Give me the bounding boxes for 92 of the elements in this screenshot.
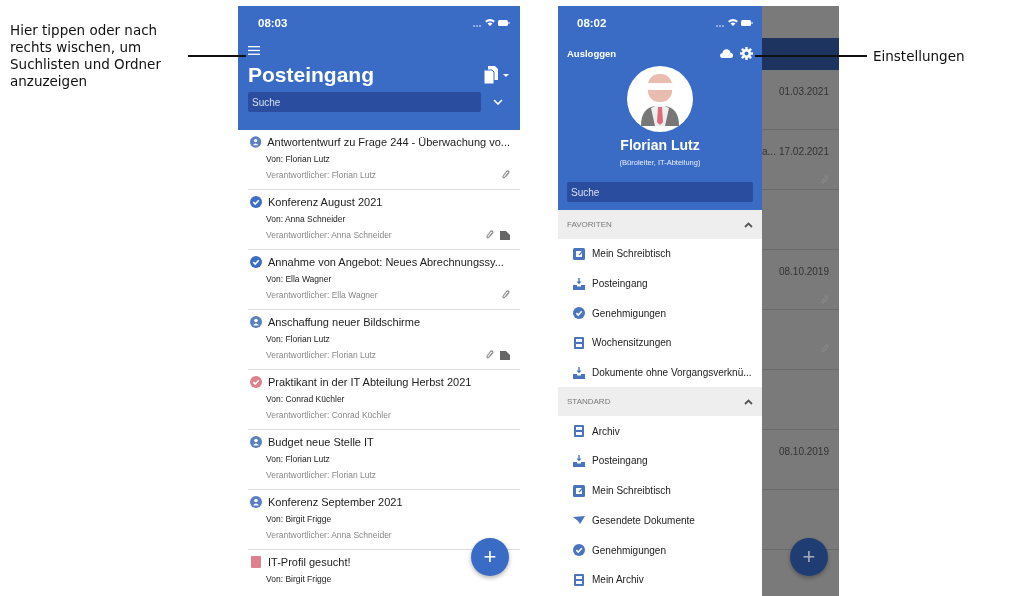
nav-item[interactable]: Archiv — [558, 416, 762, 447]
message-title: Praktikant in der IT Abteilung Herbst 2021 — [268, 376, 472, 388]
nav-label: Posteingang — [592, 278, 648, 290]
message-item[interactable]: Budget neue Stelle IT Von: Florian Lutz Verantwortlicher: Florian Lutz — [248, 430, 520, 490]
section-title: STANDARD — [567, 397, 611, 407]
nav-label: Mein Schreibtisch — [592, 248, 671, 260]
user-name: Florian Lutz — [620, 137, 700, 153]
message-title: Annahme von Angebot: Neues Abrechnungssy... — [268, 256, 504, 268]
nav-label: Dokumente ohne Vorgangsverknü... — [592, 367, 752, 379]
add-button[interactable]: + — [471, 538, 509, 576]
nav-label: Genehmigungen — [592, 307, 666, 319]
responsible-text: Verantwortlicher: Florian Lutz — [266, 470, 377, 480]
date-text: 17.02.2021 — [778, 146, 829, 157]
cabinet-icon — [574, 425, 584, 438]
message-title: Konferenz August 2021 — [268, 196, 383, 208]
cabinet-icon — [574, 336, 584, 349]
message-item[interactable]: Antwortentwurf zu Frage 244 - Überwachung vo... Von: Florian Lutz Verantwortlicher: Florian Lutz — [248, 130, 520, 190]
section-title: FAVORITEN — [567, 220, 612, 229]
nav-item[interactable]: Dokumente ohne Vorgangsverknü... — [558, 357, 762, 388]
message-item[interactable]: Annahme von Angebot: Neues Abrechnungssy... Von: Ella Wagner Verantwortlicher: Ella Wagner — [248, 250, 520, 310]
nav-item[interactable]: Mein Schreibtisch — [558, 239, 762, 269]
paper-plane-icon — [573, 516, 585, 525]
status-icons — [715, 18, 753, 28]
date-text: 01.03.2021 — [778, 86, 829, 97]
nav-item[interactable]: Posteingang — [558, 446, 762, 476]
sender-text: Von: Ella Wagner — [266, 274, 333, 284]
desk-icon — [573, 247, 585, 260]
inbox-icon — [573, 366, 585, 379]
section-header[interactable]: STANDARD — [558, 387, 762, 417]
sender-text: Von: Florian Lutz — [266, 154, 331, 164]
responsible-text: Verantwortlicher: Anna Schneider — [266, 230, 392, 240]
nav-item[interactable]: Posteingang — [558, 268, 762, 299]
sender-text: Von: Florian Lutz — [266, 454, 331, 464]
responsible-text: Verantwortlicher: Florian Lutz — [266, 170, 377, 180]
search-field[interactable]: Suche — [248, 92, 481, 112]
inbox-icon — [573, 277, 585, 290]
logout-link[interactable]: Ausloggen — [567, 48, 617, 59]
responsible-text: Verantwortlicher: Anna Schneider — [266, 530, 392, 540]
message-title: Anschaffung neuer Bildschirme — [268, 316, 421, 328]
search-field[interactable]: Suche — [567, 182, 753, 202]
nav-item[interactable]: Wochensitzungen — [558, 328, 762, 358]
sender-text: Von: Anna Schneider — [266, 214, 347, 224]
nav-item[interactable]: Mein Schreibtisch — [558, 475, 762, 506]
message-item[interactable]: Praktikant in der IT Abteilung Herbst 2021 Von: Conrad Küchler Verantwortlicher: Conrad Küchler — [248, 370, 520, 430]
sender-text: Von: Birgit Frigge — [266, 514, 333, 524]
cabinet-icon — [574, 573, 584, 586]
sender-text: Von: Conrad Küchler — [266, 394, 346, 404]
chevron-icon[interactable] — [744, 398, 753, 405]
desk-icon — [573, 484, 585, 497]
message-title: Konferenz September 2021 — [268, 496, 403, 508]
responsible-text: Verantwortlicher: Ella Wagner — [266, 290, 378, 300]
leader-line — [188, 55, 246, 57]
nav-label: Posteingang — [592, 455, 648, 467]
sender-text: Von: Florian Lutz — [266, 334, 331, 344]
nav-label: Mein Archiv — [592, 574, 644, 586]
cloud-icon[interactable] — [720, 49, 733, 58]
documents-dropdown-button[interactable] — [484, 66, 510, 84]
title-fragment: a... — [762, 146, 776, 157]
message-title: Budget neue Stelle IT — [268, 436, 374, 448]
chevron-icon[interactable] — [744, 221, 753, 228]
check-icon — [573, 544, 585, 557]
nav-label: Mein Schreibtisch — [592, 485, 671, 497]
nav-item[interactable]: Genehmigungen — [558, 535, 762, 565]
nav-label: Genehmigungen — [592, 544, 666, 556]
date-text: 08.10.2019 — [778, 446, 829, 457]
status-time: 08:02 — [577, 17, 607, 29]
section-header[interactable]: FAVORITEN — [558, 210, 762, 239]
status-time: 08:03 — [258, 17, 288, 29]
message-title: IT-Profil gesucht! — [268, 556, 351, 568]
nav-item[interactable]: Gesendete Dokumente — [558, 505, 762, 536]
check-icon — [573, 307, 585, 320]
nav-item[interactable]: Mein Archiv — [558, 564, 762, 595]
nav-label: Wochensitzungen — [592, 337, 672, 349]
chevron-down-icon[interactable] — [493, 99, 503, 105]
nav-label: Archiv — [592, 425, 620, 437]
annotation-text: Einstellungen — [873, 48, 965, 64]
status-icons — [472, 18, 510, 28]
message-title: Antwortentwurf zu Frage 244 - Überwachung vo... — [267, 136, 510, 148]
message-item[interactable]: Konferenz August 2021 Von: Anna Schneider Verantwortlicher: Anna Schneider — [248, 190, 520, 250]
responsible-text: Verantwortlicher: Florian Lutz — [266, 350, 377, 360]
nav-label: Gesendete Dokumente — [592, 514, 695, 526]
nav-item[interactable]: Genehmigungen — [558, 298, 762, 329]
inbox-icon — [573, 454, 585, 467]
settings-icon[interactable] — [740, 47, 753, 60]
annotation-text: Hier tippen oder nach rechts wischen, um Suchlisten und Ordner anzuzeigen — [10, 22, 162, 90]
add-button[interactable]: + — [790, 538, 828, 576]
date-text: 08.10.2019 — [778, 266, 829, 277]
avatar-illustration — [627, 66, 693, 132]
responsible-text: Verantwortlicher: Conrad Küchler — [266, 410, 391, 420]
page-title: Posteingang — [248, 63, 374, 87]
message-item[interactable]: Anschaffung neuer Bildschirme Von: Florian Lutz Verantwortlicher: Florian Lutz — [248, 310, 520, 370]
sender-text: Von: Birgit Frigge — [266, 574, 333, 584]
